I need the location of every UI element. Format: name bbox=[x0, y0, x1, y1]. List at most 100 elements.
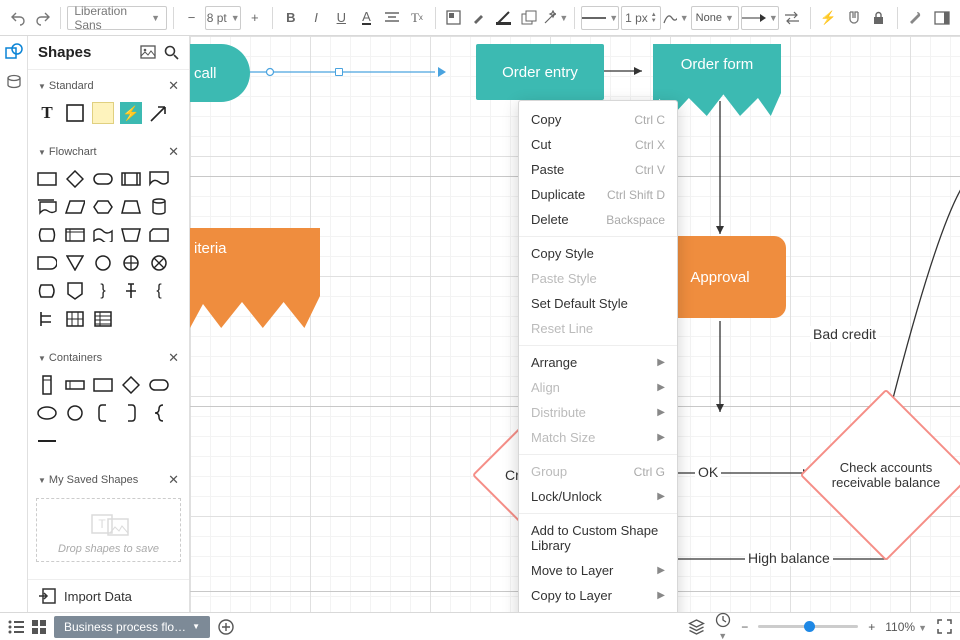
fc-manual[interactable] bbox=[120, 224, 142, 246]
shape-style-button[interactable] bbox=[517, 5, 540, 31]
fc-process[interactable] bbox=[36, 168, 58, 190]
ctx-arrange[interactable]: Arrange▶ bbox=[519, 350, 677, 375]
fullscreen-icon[interactable] bbox=[937, 619, 952, 634]
block-shape[interactable]: ⚡ bbox=[120, 102, 142, 124]
fc-display[interactable] bbox=[36, 280, 58, 302]
fc-predef[interactable] bbox=[120, 168, 142, 190]
ct-line[interactable] bbox=[36, 430, 58, 452]
line-curve-button[interactable]: ▼ bbox=[663, 5, 689, 31]
swap-arrows-button[interactable] bbox=[781, 5, 804, 31]
import-data-button[interactable]: Import Data bbox=[28, 579, 189, 612]
fc-multidoc[interactable] bbox=[36, 196, 58, 218]
image-icon[interactable] bbox=[140, 45, 156, 60]
page-tab[interactable]: Business process flo…▼ bbox=[54, 616, 210, 638]
ctx-paste[interactable]: PasteCtrl V bbox=[519, 157, 677, 182]
flash-button[interactable]: ⚡ bbox=[817, 5, 840, 31]
italic-button[interactable]: I bbox=[304, 5, 327, 31]
redo-button[interactable] bbox=[31, 5, 54, 31]
close-icon[interactable]: ✕ bbox=[168, 78, 179, 94]
search-icon[interactable] bbox=[164, 45, 179, 60]
font-size-input[interactable]: 8 pt▼ bbox=[205, 6, 241, 30]
fc-internal[interactable] bbox=[64, 224, 86, 246]
ctx-duplicate[interactable]: DuplicateCtrl Shift D bbox=[519, 182, 677, 207]
wrench-button[interactable] bbox=[903, 5, 926, 31]
fc-hexagon[interactable] bbox=[92, 196, 114, 218]
grid-icon[interactable] bbox=[32, 620, 46, 634]
fc-terminator[interactable] bbox=[92, 168, 114, 190]
ct-bracket-l[interactable] bbox=[92, 402, 114, 424]
line-width-input[interactable]: 1 px▲▼ bbox=[621, 6, 661, 30]
fc-data[interactable] bbox=[64, 196, 86, 218]
fc-note1[interactable] bbox=[120, 280, 142, 302]
fc-database[interactable] bbox=[148, 196, 170, 218]
ct-bracket-r[interactable] bbox=[120, 402, 142, 424]
panel-toggle-button[interactable] bbox=[931, 5, 954, 31]
fc-paper[interactable] bbox=[92, 224, 114, 246]
ctx-cut[interactable]: CutCtrl X bbox=[519, 132, 677, 157]
fc-document[interactable] bbox=[148, 168, 170, 190]
ct-diamond[interactable] bbox=[120, 374, 142, 396]
ct-rect[interactable] bbox=[92, 374, 114, 396]
ct-lane-h[interactable] bbox=[64, 374, 86, 396]
section-flowchart[interactable]: ▼Flowchart✕ bbox=[28, 140, 189, 164]
fc-note2[interactable] bbox=[36, 308, 58, 330]
fill-color-button[interactable] bbox=[441, 5, 464, 31]
fc-decision[interactable] bbox=[64, 168, 86, 190]
zoom-out-button[interactable]: − bbox=[741, 620, 748, 634]
add-page-button[interactable] bbox=[218, 619, 234, 635]
clear-format-button[interactable]: Tx bbox=[405, 5, 428, 31]
fc-connector[interactable] bbox=[92, 252, 114, 274]
saved-dropzone[interactable]: T Drop shapes to save bbox=[36, 498, 181, 562]
arrow-shape[interactable] bbox=[148, 102, 170, 124]
ctx-lock[interactable]: Lock/Unlock▶ bbox=[519, 484, 677, 509]
ct-brace[interactable] bbox=[148, 402, 170, 424]
undo-button[interactable] bbox=[6, 5, 29, 31]
close-icon[interactable]: ✕ bbox=[168, 350, 179, 366]
fc-delay[interactable] bbox=[36, 252, 58, 274]
font-size-increase[interactable]: + bbox=[243, 5, 266, 31]
fc-sum[interactable] bbox=[148, 252, 170, 274]
shapes-rail-icon[interactable] bbox=[4, 42, 24, 62]
ct-ellipse[interactable] bbox=[36, 402, 58, 424]
ctx-copy[interactable]: CopyCtrl C bbox=[519, 107, 677, 132]
zoom-slider[interactable] bbox=[758, 625, 858, 628]
fc-list[interactable] bbox=[92, 308, 114, 330]
fc-trap[interactable] bbox=[120, 196, 142, 218]
magic-button[interactable]: ▼ bbox=[542, 5, 568, 31]
fc-storage[interactable] bbox=[36, 224, 58, 246]
zoom-level[interactable]: 110%▼ bbox=[885, 620, 927, 634]
data-rail-icon[interactable] bbox=[4, 72, 24, 92]
close-icon[interactable]: ✕ bbox=[168, 144, 179, 160]
fc-table[interactable] bbox=[64, 308, 86, 330]
section-containers[interactable]: ▼Containers✕ bbox=[28, 346, 189, 370]
ctx-copy-layer[interactable]: Copy to Layer▶ bbox=[519, 583, 677, 608]
node-order-entry[interactable]: Order entry bbox=[476, 44, 604, 100]
fc-merge[interactable] bbox=[64, 252, 86, 274]
line-color-button[interactable] bbox=[492, 5, 515, 31]
zoom-in-button[interactable]: + bbox=[868, 620, 875, 634]
text-shape[interactable]: T bbox=[36, 102, 58, 124]
underline-button[interactable]: U bbox=[330, 5, 353, 31]
fc-brace2[interactable]: { bbox=[148, 280, 170, 302]
font-family-select[interactable]: Liberation Sans▼ bbox=[67, 6, 167, 30]
ctx-move-layer[interactable]: Move to Layer▶ bbox=[519, 558, 677, 583]
ctx-delete[interactable]: DeleteBackspace bbox=[519, 207, 677, 232]
close-icon[interactable]: ✕ bbox=[168, 472, 179, 488]
magnet-button[interactable] bbox=[842, 5, 865, 31]
history-icon[interactable]: ▼ bbox=[715, 612, 731, 640]
arrow-start-select[interactable]: None▼ bbox=[691, 6, 739, 30]
ct-circle[interactable] bbox=[64, 402, 86, 424]
fc-or[interactable] bbox=[120, 252, 142, 274]
text-align-button[interactable] bbox=[380, 5, 403, 31]
fc-offpage[interactable] bbox=[64, 280, 86, 302]
arrow-end-select[interactable]: ▼ bbox=[741, 6, 779, 30]
node-call[interactable]: call bbox=[190, 44, 250, 102]
note-shape[interactable] bbox=[92, 102, 114, 124]
ct-lane-v[interactable] bbox=[36, 374, 58, 396]
line-style-select[interactable]: ▼ bbox=[581, 6, 619, 30]
ctx-add-custom[interactable]: Add to Custom Shape Library bbox=[519, 518, 677, 558]
text-color-button[interactable]: A bbox=[355, 5, 378, 31]
section-standard[interactable]: ▼Standard✕ bbox=[28, 74, 189, 98]
ct-pill[interactable] bbox=[148, 374, 170, 396]
menu-icon[interactable] bbox=[8, 620, 24, 634]
